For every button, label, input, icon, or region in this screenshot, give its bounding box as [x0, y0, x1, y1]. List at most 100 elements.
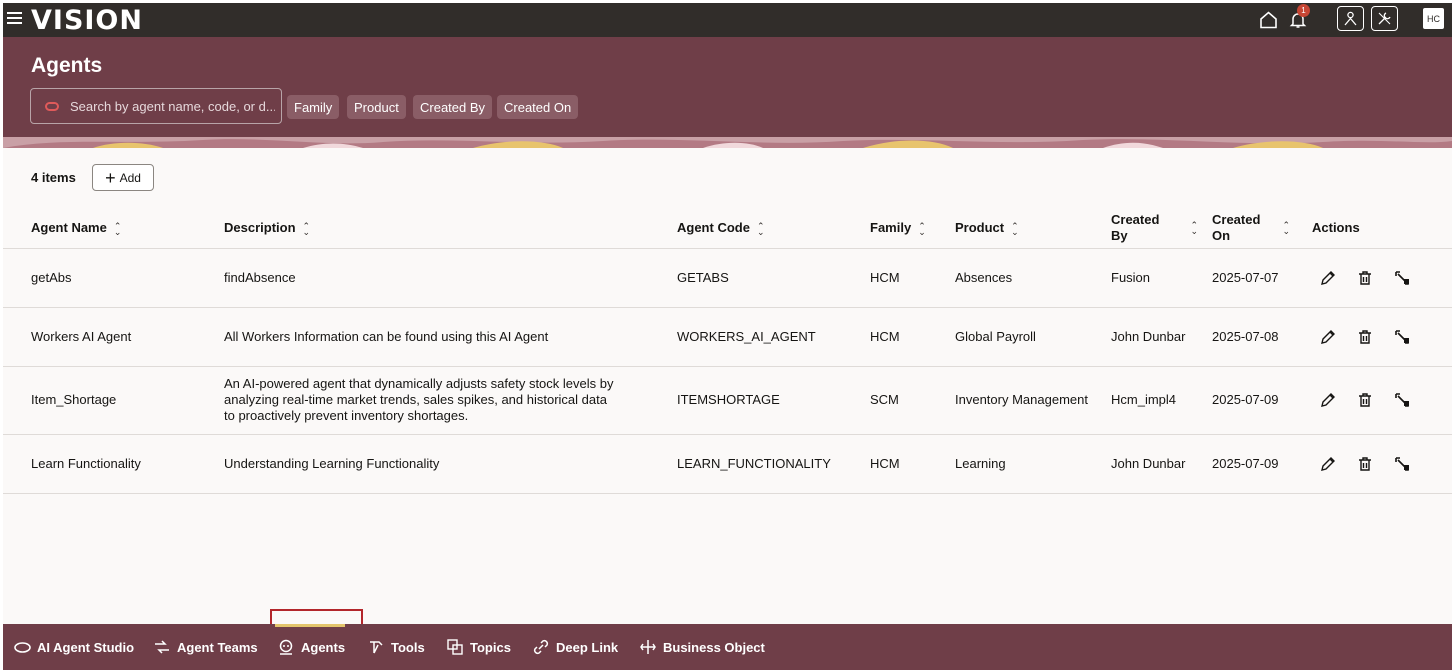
top-bar: VISION 1 HC [3, 3, 1452, 37]
nav-topics[interactable]: Topics [446, 624, 511, 670]
page-header-band: Agents Family Product Created By Created… [3, 37, 1452, 148]
sort-icon[interactable]: ⌃ ⌄ [1190, 220, 1198, 235]
cell-actions [1312, 366, 1452, 435]
app-window: VISION 1 HC Agents Family Product [3, 3, 1452, 670]
column-header-description[interactable]: Description ⌃ ⌄ [224, 208, 677, 249]
move-icon[interactable] [1393, 269, 1410, 286]
cell-product: Global Payroll [955, 307, 1111, 367]
filter-chip-product[interactable]: Product [347, 95, 406, 119]
edit-icon[interactable] [1319, 455, 1336, 472]
cell-created-by: Fusion [1111, 248, 1212, 308]
column-header-actions: Actions [1312, 208, 1452, 249]
business-object-icon [639, 638, 657, 656]
nav-agents[interactable]: Agents [277, 624, 345, 670]
agent-person-button[interactable] [1337, 6, 1364, 31]
filter-chip-family[interactable]: Family [287, 95, 340, 119]
notification-badge: 1 [1297, 4, 1310, 17]
column-header-product[interactable]: Product ⌃ ⌄ [955, 208, 1111, 249]
edit-icon[interactable] [1319, 269, 1336, 286]
move-icon[interactable] [1393, 392, 1410, 409]
nav-agent-teams[interactable]: Agent Teams [153, 624, 258, 670]
cell-description: An AI-powered agent that dynamically adj… [224, 366, 677, 435]
sort-icon[interactable]: ⌃ ⌄ [918, 221, 926, 236]
table-row[interactable]: Workers AI Agent All Workers Information … [3, 307, 1452, 367]
nav-ai-agent-studio[interactable]: AI Agent Studio [13, 624, 134, 670]
cell-code: GETABS [677, 248, 870, 308]
column-header-agent-name[interactable]: Agent Name ⌃ ⌄ [3, 208, 224, 249]
filter-chip-created-on[interactable]: Created On [497, 95, 579, 119]
add-button-label: Add [119, 170, 141, 185]
agents-table: Agent Name ⌃ ⌄ Description ⌃ ⌄ Agent Code ⌃ ⌄ … [3, 208, 1452, 494]
cell-description: findAbsence [224, 248, 677, 308]
column-header-created-on[interactable]: Created On ⌃ ⌄ [1212, 208, 1312, 249]
cell-created-by: Hcm_impl4 [1111, 366, 1212, 435]
table-row[interactable]: Item_Shortage An AI-powered agent that dy… [3, 366, 1452, 435]
cell-name: getAbs [3, 248, 224, 308]
plus-icon: + [105, 167, 116, 188]
team-flow-icon [153, 638, 171, 656]
move-icon[interactable] [1393, 328, 1410, 345]
tools-icon [367, 638, 385, 656]
cell-family: HCM [870, 307, 955, 367]
cell-product: Absences [955, 248, 1111, 308]
delete-icon[interactable] [1356, 392, 1373, 409]
delete-icon[interactable] [1356, 455, 1373, 472]
cell-description: All Workers Information can be found usi… [224, 307, 677, 367]
search-box[interactable] [30, 88, 282, 124]
sort-icon[interactable]: ⌃ ⌄ [1011, 221, 1019, 236]
move-icon[interactable] [1393, 455, 1410, 472]
bottom-navigation: AI Agent Studio Agent Teams Agents Tools… [3, 624, 1452, 670]
cell-actions [1312, 248, 1452, 308]
cell-created-by: John Dunbar [1111, 307, 1212, 367]
oval-icon [13, 638, 31, 656]
item-count: 4 items [31, 170, 76, 185]
cell-created-on: 2025-07-09 [1212, 434, 1312, 494]
page-title: Agents [31, 54, 103, 77]
cell-created-on: 2025-07-08 [1212, 307, 1312, 367]
delete-icon[interactable] [1356, 328, 1373, 345]
column-header-agent-code[interactable]: Agent Code ⌃ ⌄ [677, 208, 870, 249]
sort-icon[interactable]: ⌃ ⌄ [303, 221, 311, 236]
nav-tools[interactable]: Tools [367, 624, 425, 670]
add-button[interactable]: + Add [92, 164, 154, 191]
topics-icon [446, 638, 464, 656]
avatar[interactable]: HC [1423, 8, 1444, 29]
decorative-pattern [3, 137, 1452, 148]
sort-icon[interactable]: ⌃ ⌄ [114, 221, 122, 236]
home-icon[interactable] [1257, 9, 1279, 31]
link-icon [532, 638, 550, 656]
tools-toggle-button[interactable] [1371, 6, 1398, 31]
nav-business-object[interactable]: Business Object [639, 624, 765, 670]
cell-created-on: 2025-07-09 [1212, 366, 1312, 435]
cell-actions [1312, 434, 1452, 494]
column-header-family[interactable]: Family ⌃ ⌄ [870, 208, 955, 249]
cell-product: Learning [955, 434, 1111, 494]
cell-name: Item_Shortage [3, 366, 224, 435]
cell-code: ITEMSHORTAGE [677, 366, 870, 435]
delete-icon[interactable] [1356, 269, 1373, 286]
cell-family: HCM [870, 248, 955, 308]
cell-family: HCM [870, 434, 955, 494]
cell-code: LEARN_FUNCTIONALITY [677, 434, 870, 494]
edit-icon[interactable] [1319, 392, 1336, 409]
table-row[interactable]: Learn Functionality Understanding Learnin… [3, 434, 1452, 494]
menu-icon[interactable] [7, 9, 25, 27]
cell-family: SCM [870, 366, 955, 435]
cell-actions [1312, 307, 1452, 367]
cell-code: WORKERS_AI_AGENT [677, 307, 870, 367]
table-row[interactable]: getAbs findAbsence GETABS HCM Absences Fusion… [3, 248, 1452, 308]
person-slash-icon [1344, 11, 1357, 26]
nav-deep-link[interactable]: Deep Link [532, 624, 618, 670]
cell-created-by: John Dunbar [1111, 434, 1212, 494]
sort-icon[interactable]: ⌃ ⌄ [757, 221, 765, 236]
column-header-created-by[interactable]: Created By ⌃ ⌄ [1111, 208, 1212, 249]
edit-icon[interactable] [1319, 328, 1336, 345]
cell-created-on: 2025-07-07 [1212, 248, 1312, 308]
cell-product: Inventory Management [955, 366, 1111, 435]
sort-icon[interactable]: ⌃ ⌄ [1282, 220, 1290, 235]
filter-chip-created-by[interactable]: Created By [413, 95, 493, 119]
cell-name: Learn Functionality [3, 434, 224, 494]
app-logo[interactable]: VISION [31, 5, 143, 36]
oval-search-icon [45, 101, 59, 111]
search-input[interactable] [70, 98, 275, 114]
